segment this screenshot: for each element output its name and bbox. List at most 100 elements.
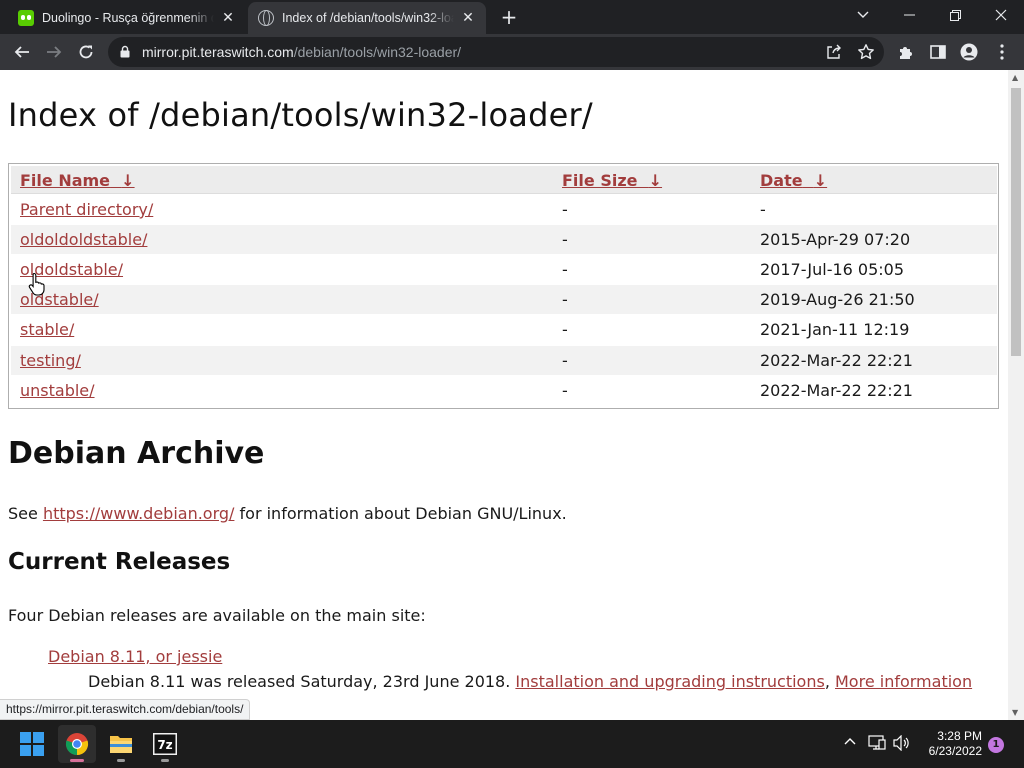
notification-badge[interactable]: 1 bbox=[988, 737, 1004, 753]
table-row: testing/ - 2022-Mar-22 22:21 bbox=[11, 346, 997, 375]
chevron-up-icon[interactable] bbox=[843, 735, 857, 749]
file-size: - bbox=[562, 290, 568, 309]
file-date: 2022-Mar-22 22:21 bbox=[760, 381, 913, 400]
lock-icon[interactable] bbox=[120, 45, 130, 58]
running-indicator bbox=[70, 759, 84, 762]
file-date: 2019-Aug-26 21:50 bbox=[760, 290, 915, 309]
minimize-icon bbox=[903, 14, 915, 16]
tab-index[interactable]: Index of /debian/tools/win32-loa ✕ bbox=[248, 2, 486, 34]
file-size: - bbox=[562, 351, 568, 370]
scrollbar-thumb[interactable] bbox=[1011, 88, 1021, 356]
file-size: - bbox=[562, 320, 568, 339]
network-icon[interactable] bbox=[868, 735, 886, 751]
more-info-link[interactable]: More information bbox=[835, 672, 972, 691]
chrome-icon bbox=[65, 733, 89, 756]
clock-date: 6/23/2022 bbox=[928, 744, 982, 758]
extensions-button[interactable] bbox=[892, 38, 920, 66]
comma: , bbox=[824, 672, 830, 691]
arrow-right-icon bbox=[47, 46, 62, 58]
side-panel-button[interactable] bbox=[924, 38, 952, 66]
sort-by-date-link[interactable]: Date ↓ bbox=[760, 166, 827, 195]
minimize-button[interactable] bbox=[886, 0, 932, 30]
column-header-label: Date bbox=[760, 171, 803, 190]
directory-link[interactable]: oldoldoldstable/ bbox=[20, 225, 147, 254]
sort-by-size-link[interactable]: File Size ↓ bbox=[562, 166, 662, 195]
tab-title: Index of /debian/tools/win32-loa bbox=[282, 11, 454, 25]
directory-link[interactable]: testing/ bbox=[20, 346, 81, 375]
table-row: oldoldoldstable/ - 2015-Apr-29 07:20 bbox=[11, 225, 997, 254]
sort-arrow-icon: ↓ bbox=[121, 171, 135, 190]
profile-icon bbox=[960, 43, 978, 61]
table-row: oldoldstable/ - 2017-Jul-16 05:05 bbox=[11, 255, 997, 284]
browser-toolbar: mirror.pit.teraswitch.com/debian/tools/w… bbox=[0, 34, 1024, 70]
debian-org-link[interactable]: https://www.debian.org/ bbox=[43, 504, 235, 523]
puzzle-icon bbox=[900, 47, 912, 59]
current-releases-heading: Current Releases bbox=[8, 549, 231, 575]
parent-directory-link[interactable]: Parent directory/ bbox=[20, 195, 153, 224]
close-window-button[interactable] bbox=[978, 0, 1024, 30]
releases-intro: Four Debian releases are available on th… bbox=[8, 606, 426, 625]
see-prefix: See bbox=[8, 504, 43, 523]
sort-by-name-link[interactable]: File Name ↓ bbox=[20, 166, 135, 195]
system-clock[interactable]: 3:28 PM 6/23/2022 bbox=[920, 729, 982, 759]
table-row: Parent directory/ - - bbox=[11, 195, 997, 224]
folder-icon bbox=[110, 736, 132, 753]
column-header-label: File Name bbox=[20, 171, 111, 190]
url-host: mirror.pit.teraswitch.com bbox=[142, 44, 294, 60]
file-listing-table: File Name ↓ File Size ↓ Date ↓ Parent di… bbox=[8, 163, 999, 409]
file-size: - bbox=[562, 260, 568, 279]
file-date: 2022-Mar-22 22:21 bbox=[760, 351, 913, 370]
archive-heading: Debian Archive bbox=[8, 436, 265, 471]
tab-strip: Duolingo - Rusça öğrenmenin dü ✕ Index o… bbox=[0, 0, 1024, 34]
menu-button[interactable] bbox=[988, 38, 1016, 66]
forward-button[interactable] bbox=[40, 38, 68, 66]
scroll-down-icon[interactable]: ▼ bbox=[1012, 708, 1018, 717]
directory-link[interactable]: unstable/ bbox=[20, 376, 95, 405]
release-link[interactable]: Debian 8.11, or jessie bbox=[48, 647, 222, 666]
volume-icon[interactable] bbox=[893, 735, 911, 751]
taskbar-file-explorer[interactable] bbox=[102, 725, 140, 763]
address-bar[interactable]: mirror.pit.teraswitch.com/debian/tools/w… bbox=[108, 37, 884, 67]
directory-link[interactable]: stable/ bbox=[20, 315, 74, 344]
tab-search-button[interactable] bbox=[840, 0, 886, 30]
svg-text:7z: 7z bbox=[157, 738, 172, 752]
reload-icon bbox=[79, 45, 93, 59]
tab-title: Duolingo - Rusça öğrenmenin dü bbox=[42, 11, 214, 25]
share-icon[interactable] bbox=[825, 43, 843, 61]
profile-button[interactable] bbox=[955, 38, 983, 66]
sort-arrow-icon: ↓ bbox=[648, 171, 663, 190]
start-button[interactable] bbox=[13, 725, 51, 763]
install-instructions-link[interactable]: Installation and upgrading instructions bbox=[515, 672, 824, 691]
taskbar: 7z 3:28 PM 6/23/2022 1 bbox=[0, 720, 1024, 768]
tab-duolingo[interactable]: Duolingo - Rusça öğrenmenin dü ✕ bbox=[8, 2, 246, 34]
close-icon[interactable]: ✕ bbox=[460, 10, 476, 26]
url-path: /debian/tools/win32-loader/ bbox=[293, 44, 462, 60]
bookmark-star-icon[interactable] bbox=[857, 43, 875, 61]
page-title: Index of /debian/tools/win32-loader/ bbox=[8, 96, 593, 134]
restore-icon bbox=[949, 9, 961, 21]
file-date: 2015-Apr-29 07:20 bbox=[760, 230, 911, 249]
release-item: Debian 8.11, or jessie bbox=[48, 647, 222, 666]
reload-button[interactable] bbox=[72, 38, 100, 66]
back-button[interactable] bbox=[8, 38, 36, 66]
vertical-scrollbar[interactable]: ▲ ▼ bbox=[1008, 70, 1024, 720]
clock-time: 3:28 PM bbox=[937, 729, 982, 743]
see-suffix: for information about Debian GNU/Linux. bbox=[234, 504, 567, 523]
new-tab-button[interactable]: + bbox=[498, 6, 520, 28]
taskbar-chrome[interactable] bbox=[58, 725, 96, 763]
link-status-bubble: https://mirror.pit.teraswitch.com/debian… bbox=[0, 699, 251, 720]
file-size: - bbox=[562, 200, 568, 219]
url-text[interactable]: mirror.pit.teraswitch.com/debian/tools/w… bbox=[142, 44, 461, 60]
close-icon[interactable]: ✕ bbox=[220, 10, 236, 26]
restore-button[interactable] bbox=[932, 0, 978, 30]
kebab-menu-icon bbox=[1000, 44, 1004, 60]
scroll-up-icon[interactable]: ▲ bbox=[1012, 73, 1018, 82]
hand-cursor-icon bbox=[28, 272, 45, 296]
file-date: 2017-Jul-16 05:05 bbox=[760, 260, 905, 279]
7zip-icon: 7z bbox=[153, 733, 177, 755]
taskbar-7zip[interactable]: 7z bbox=[146, 725, 184, 763]
table-row: unstable/ - 2022-Mar-22 22:21 bbox=[11, 376, 997, 405]
globe-icon bbox=[258, 10, 274, 26]
file-date: - bbox=[760, 200, 766, 219]
table-row: oldstable/ - 2019-Aug-26 21:50 bbox=[11, 285, 997, 314]
